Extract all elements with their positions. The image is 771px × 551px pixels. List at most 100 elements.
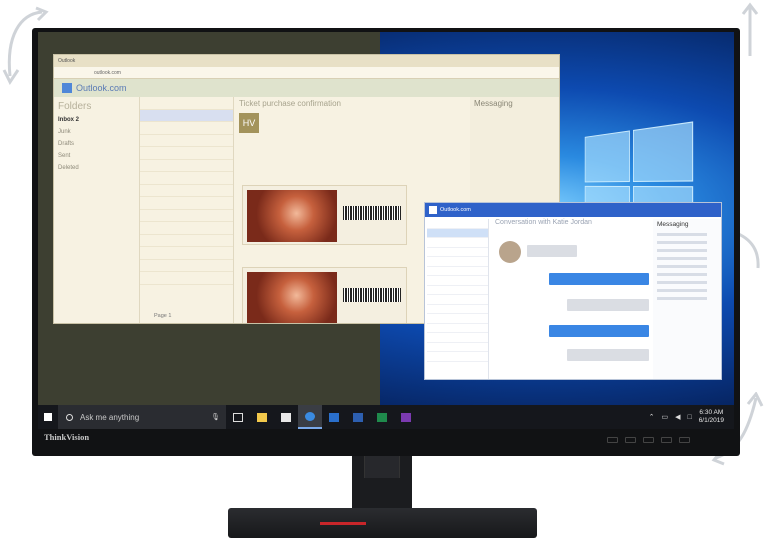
list-item[interactable]	[427, 324, 488, 333]
network-icon[interactable]: ▭	[661, 413, 668, 421]
barcode	[343, 206, 401, 220]
contact-line	[657, 265, 707, 268]
list-item[interactable]	[427, 257, 488, 267]
list-item[interactable]	[427, 286, 488, 295]
contact-line	[657, 241, 707, 244]
monitor-button[interactable]	[607, 437, 618, 443]
store-icon	[281, 412, 291, 422]
stand-accent	[320, 522, 366, 525]
search-box[interactable]: Ask me anything 🎙	[58, 405, 226, 429]
outlook-button[interactable]	[322, 405, 346, 429]
list-item[interactable]	[427, 219, 488, 229]
list-item[interactable]	[427, 228, 488, 238]
list-item[interactable]	[140, 147, 233, 160]
list-item[interactable]	[140, 185, 233, 197]
list-item[interactable]	[427, 295, 488, 305]
browser-tab-title[interactable]: Outlook	[58, 58, 75, 64]
file-explorer-button[interactable]	[250, 405, 274, 429]
task-view-button[interactable]	[226, 405, 250, 429]
store-button[interactable]	[274, 405, 298, 429]
contact-line	[657, 297, 707, 300]
notification-icon[interactable]: □	[687, 414, 691, 421]
onenote-icon	[401, 412, 411, 422]
outlook-app-name[interactable]: Outlook.com	[440, 207, 471, 213]
contact-line	[657, 273, 707, 276]
pagination[interactable]: Page 1	[154, 313, 171, 319]
calendar-icon	[353, 412, 363, 422]
list-item[interactable]	[427, 305, 488, 314]
contact-line	[657, 257, 707, 260]
folder-inbox[interactable]: Inbox 2	[58, 117, 138, 123]
outlook-app-name[interactable]: Outlook.com	[76, 83, 127, 93]
list-item[interactable]	[140, 272, 233, 285]
messaging-pane: Messaging	[653, 219, 721, 379]
list-item[interactable]	[140, 210, 233, 222]
contact-line	[657, 281, 707, 284]
outlook-window[interactable]: Outlook.com Conversation with Katie Jord…	[424, 202, 722, 380]
folder-junk[interactable]: Junk	[58, 129, 138, 135]
list-item[interactable]	[140, 260, 233, 272]
list-item[interactable]	[427, 276, 488, 286]
outlook-icon	[429, 206, 437, 214]
taskbar: Ask me anything 🎙 ⌃ ▭ ◀ □ 6:30 AM 6/1/20…	[38, 405, 734, 429]
rotate-arrow-icon	[741, 2, 759, 56]
chat-bubble-incoming	[527, 245, 577, 257]
address-bar[interactable]: outlook.com	[54, 67, 559, 79]
monitor-button[interactable]	[679, 437, 690, 443]
list-item[interactable]	[427, 343, 488, 352]
browser-titlebar[interactable]: Outlook	[54, 55, 559, 67]
start-button[interactable]	[38, 405, 58, 429]
folder-deleted[interactable]: Deleted	[58, 165, 138, 171]
list-item[interactable]	[140, 135, 233, 147]
excel-icon	[377, 412, 387, 422]
windows-start-icon	[44, 413, 52, 421]
folder-drafts[interactable]: Drafts	[58, 141, 138, 147]
stand-base	[228, 508, 537, 538]
chevron-up-icon[interactable]: ⌃	[649, 413, 655, 421]
volume-icon[interactable]: ◀	[675, 413, 680, 421]
microphone-icon[interactable]: 🎙	[211, 413, 220, 421]
chat-bubble-outgoing	[549, 273, 649, 285]
ticket-art	[247, 190, 337, 242]
list-item[interactable]	[140, 197, 233, 210]
list-item[interactable]	[140, 235, 233, 247]
list-item[interactable]	[427, 267, 488, 276]
task-view-icon	[233, 412, 243, 422]
folders-header: Folders	[58, 101, 92, 112]
conversation-pane: Conversation with Katie Jordan	[491, 219, 651, 379]
email-subject: Ticket purchase confirmation	[239, 99, 341, 108]
chat-bubble-outgoing	[549, 325, 649, 337]
list-item[interactable]	[140, 97, 233, 110]
list-item[interactable]	[140, 122, 233, 135]
file-explorer-icon	[257, 412, 267, 422]
onenote-button[interactable]	[394, 405, 418, 429]
outlook-header: Outlook.com	[425, 203, 721, 217]
monitor-button[interactable]	[643, 437, 654, 443]
system-tray: ⌃ ▭ ◀ □ 6:30 AM 6/1/2019	[649, 409, 734, 425]
folder-sent[interactable]: Sent	[58, 153, 138, 159]
excel-button[interactable]	[370, 405, 394, 429]
search-placeholder[interactable]: Ask me anything	[80, 413, 139, 422]
contact-line	[657, 249, 707, 252]
outlook-icon	[62, 83, 72, 93]
address-text[interactable]: outlook.com	[94, 70, 121, 76]
clock[interactable]: 6:30 AM 6/1/2019	[699, 409, 724, 425]
list-item[interactable]	[140, 222, 233, 235]
outlook-header: Outlook.com	[54, 79, 559, 97]
calendar-button[interactable]	[346, 405, 370, 429]
monitor-button[interactable]	[661, 437, 672, 443]
list-item[interactable]	[427, 333, 488, 343]
edge-button[interactable]	[298, 405, 322, 429]
list-item[interactable]	[427, 248, 488, 257]
messaging-header: Messaging	[474, 99, 513, 108]
chat-bubble-incoming	[567, 299, 649, 311]
list-item[interactable]	[427, 238, 488, 248]
list-item[interactable]	[140, 109, 233, 122]
monitor-button[interactable]	[625, 437, 636, 443]
clock-time: 6:30 AM	[699, 409, 724, 416]
list-item[interactable]	[427, 314, 488, 324]
list-item[interactable]	[427, 352, 488, 362]
list-item[interactable]	[140, 172, 233, 185]
list-item[interactable]	[140, 160, 233, 172]
list-item[interactable]	[140, 247, 233, 260]
